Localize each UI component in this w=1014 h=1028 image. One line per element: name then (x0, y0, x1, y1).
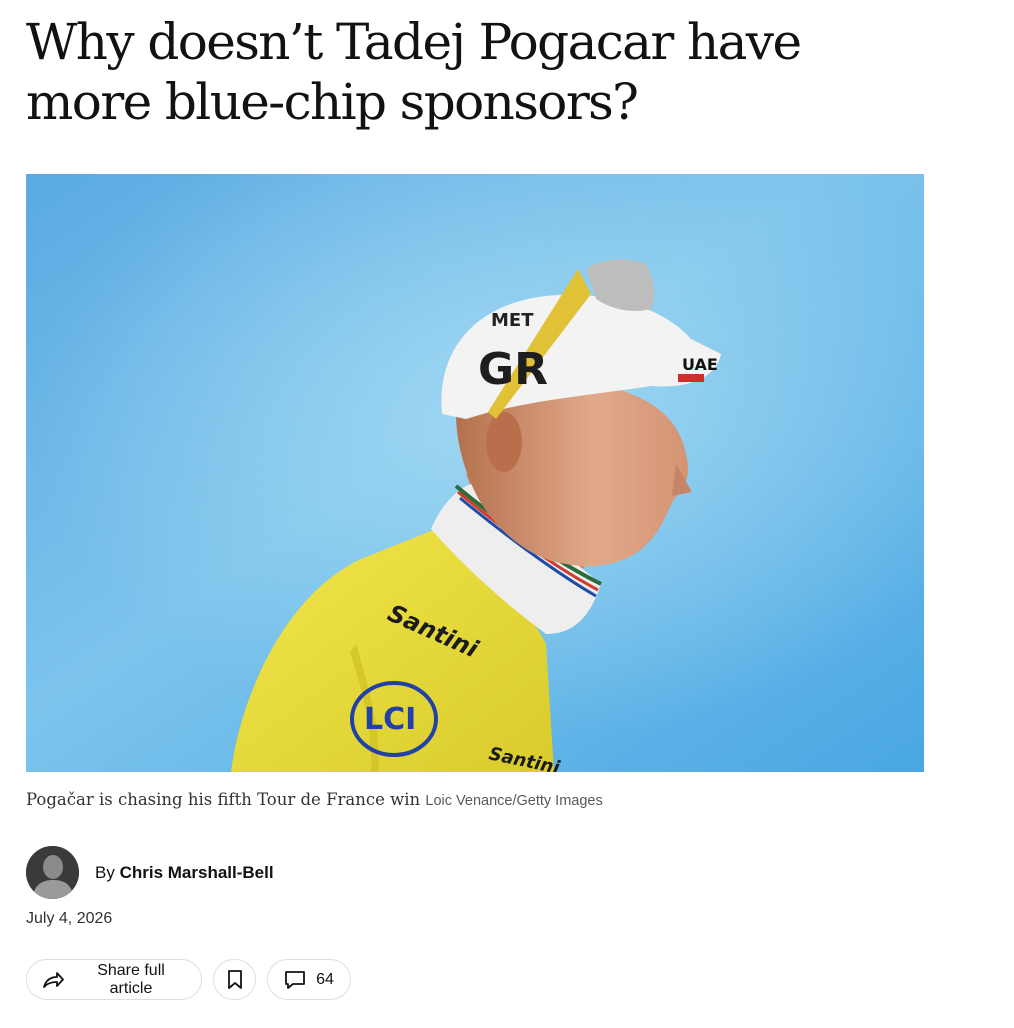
photo-caption: Pogačar is chasing his fifth Tour de Fra… (26, 790, 603, 809)
photo-credit: Loic Venance/Getty Images (425, 793, 603, 809)
share-label: Share full article (97, 961, 165, 997)
comment-count: 64 (316, 970, 334, 988)
caption-text: Pogačar is chasing his fifth Tour de Fra… (26, 790, 421, 809)
author-name[interactable]: Chris Marshall-Bell (120, 863, 274, 882)
publish-date: July 4, 2026 (26, 910, 113, 927)
save-button[interactable] (213, 959, 256, 1000)
author-avatar[interactable] (26, 846, 79, 899)
lead-photo: MET GR UAE Santini Santini LCI (26, 174, 924, 772)
comments-button[interactable]: 64 (267, 959, 351, 1000)
article-header: Why doesn’t Tadej Pogacar have more blue… (0, 0, 1014, 1028)
byline-row: By Chris Marshall-Bell (26, 846, 274, 899)
article-actions: Share full article 64 (26, 959, 351, 1002)
bookmark-icon (227, 969, 243, 990)
share-button[interactable]: Share full article (26, 959, 202, 1000)
svg-text:GR: GR (478, 344, 548, 395)
byline: By Chris Marshall-Bell (95, 863, 274, 883)
comment-icon (284, 970, 306, 990)
svg-text:MET: MET (491, 310, 534, 331)
jersey-logo: LCI (364, 702, 416, 737)
cap-logo: UAE (682, 355, 718, 374)
share-arrow-icon (41, 970, 65, 990)
headline: Why doesn’t Tadej Pogacar have more blue… (26, 13, 802, 131)
byline-prefix: By (95, 862, 115, 882)
